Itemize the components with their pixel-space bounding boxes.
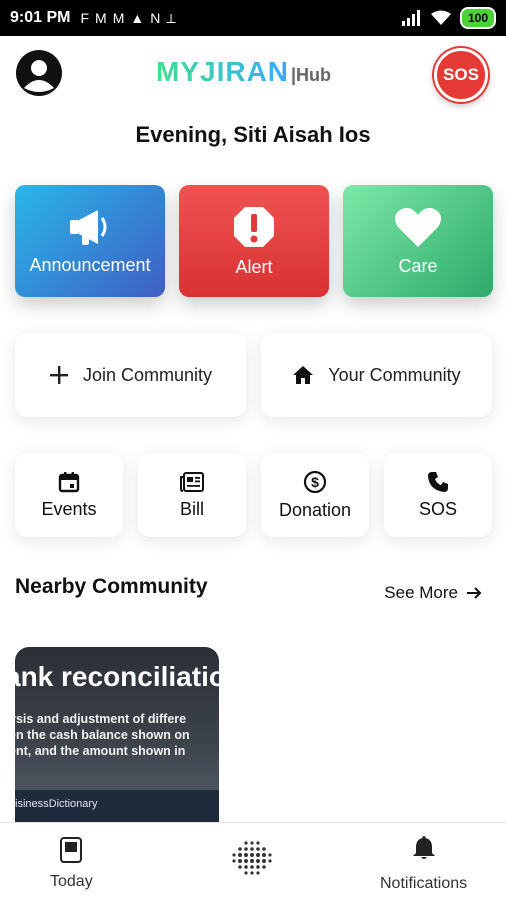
n-app-icon: N <box>150 9 161 26</box>
warning-icon: ▲ <box>130 9 145 26</box>
mail-icon: M <box>95 9 107 26</box>
description-line: en the cash balance shown on <box>15 728 190 742</box>
alert-icon <box>234 206 274 247</box>
facebook-icon: F <box>80 9 90 26</box>
community-card-description: ysis and adjustment of differe en the ca… <box>15 711 190 759</box>
bottom-navigation: Today Notifications <box>0 822 506 900</box>
announcement-label: Announcement <box>29 254 151 275</box>
app-icon: ⟂ <box>166 9 176 26</box>
nav-center-button[interactable] <box>230 839 274 879</box>
nav-today-label: Today <box>50 873 93 890</box>
sos-shortcut-label: SOS <box>418 498 457 519</box>
bell-icon <box>412 836 435 859</box>
dollar-circle-icon: $ <box>303 470 327 493</box>
home-icon <box>293 366 314 384</box>
battery-indicator: 100 <box>459 7 496 29</box>
svg-text:$: $ <box>311 474 319 490</box>
sos-header-button[interactable]: SOS <box>434 48 488 102</box>
bill-button[interactable]: Bill <box>138 453 246 537</box>
status-bar: 9:01 PM F M M ▲ N ⟂ 100 <box>0 0 506 36</box>
heart-icon <box>394 207 442 247</box>
nav-today[interactable]: Today <box>50 837 93 891</box>
your-community-button[interactable]: Your Community <box>261 333 492 417</box>
user-icon <box>24 60 54 92</box>
care-label: Care <box>398 255 438 276</box>
mail-icon: M <box>112 9 125 26</box>
community-card-footer: isinessDictionary <box>15 790 219 822</box>
greeting-text: Evening, Siti Aisah Ios <box>135 122 371 147</box>
arrow-right-icon <box>467 587 482 599</box>
announcement-tile[interactable]: Announcement <box>15 185 165 297</box>
logo-brand: MYJIRAN <box>156 56 290 87</box>
megaphone-icon <box>70 209 107 245</box>
bill-label: Bill <box>179 498 204 519</box>
calendar-icon <box>58 471 80 492</box>
join-community-button[interactable]: Join Community <box>15 333 246 417</box>
dots-grid-icon <box>232 841 272 875</box>
nearby-community-title: Nearby Community <box>15 575 208 598</box>
logo-suffix: |Hub <box>291 65 332 85</box>
description-line: ent, and the amount shown in <box>15 744 186 758</box>
signal-icon <box>401 10 420 26</box>
donation-label: Donation <box>278 499 352 520</box>
profile-avatar-button[interactable] <box>16 50 62 96</box>
join-community-label: Join Community <box>82 364 213 385</box>
alert-label: Alert <box>235 256 273 277</box>
status-time: 9:01 PM <box>10 9 71 26</box>
app-header: MYJIRAN |Hub SOS <box>0 44 506 108</box>
sos-shortcut-button[interactable]: SOS <box>384 453 492 537</box>
care-tile[interactable]: Care <box>343 185 493 297</box>
community-card-title: ank reconciliatio <box>15 661 219 692</box>
nav-notifications[interactable]: Notifications <box>380 835 467 893</box>
description-line: ysis and adjustment of differe <box>15 712 187 726</box>
plus-icon <box>49 366 68 384</box>
events-button[interactable]: Events <box>15 453 123 537</box>
wifi-icon <box>430 10 451 25</box>
events-label: Events <box>41 498 97 519</box>
phone-icon <box>428 471 448 492</box>
see-more-link[interactable]: See More <box>384 583 482 603</box>
see-more-label: See More <box>384 583 458 602</box>
newspaper-icon <box>180 471 204 492</box>
alert-tile[interactable]: Alert <box>179 185 329 297</box>
today-icon <box>60 837 83 863</box>
nav-notifications-label: Notifications <box>380 875 468 892</box>
app-logo: MYJIRAN |Hub <box>156 56 331 88</box>
community-card[interactable]: ank reconciliatio ysis and adjustment of… <box>15 647 219 822</box>
your-community-label: Your Community <box>328 364 461 385</box>
donation-button[interactable]: $ Donation <box>261 453 369 537</box>
notification-icons: F M M ▲ N ⟂ <box>80 10 175 27</box>
